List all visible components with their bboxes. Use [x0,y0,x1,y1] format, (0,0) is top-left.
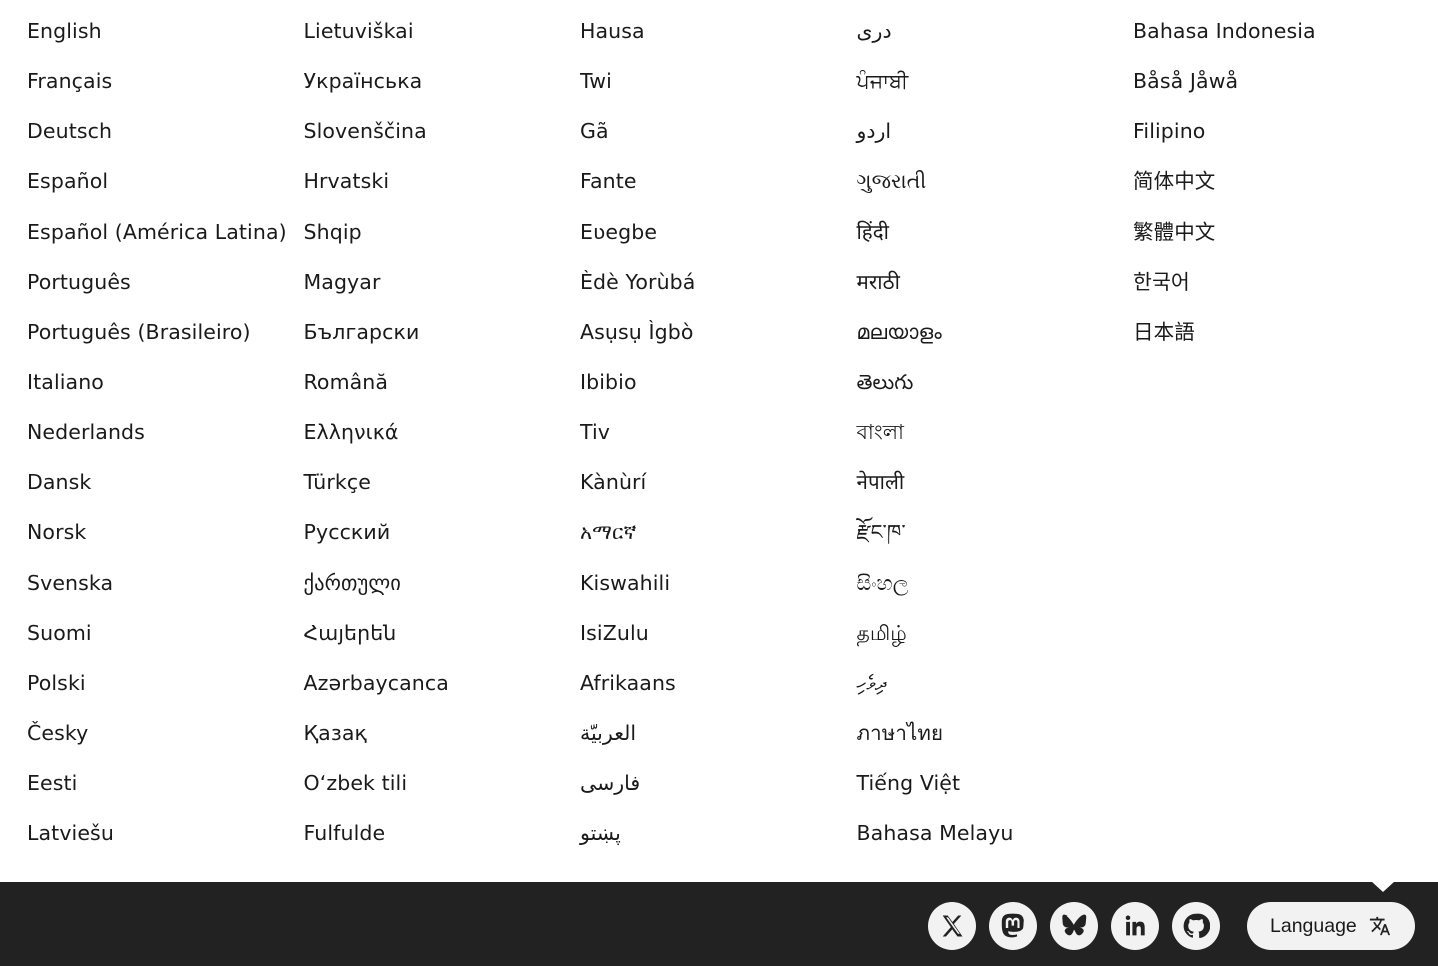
site-footer [0,882,1438,966]
language-option[interactable]: 한국어 [1133,257,1410,307]
language-option[interactable]: Polski [27,658,304,708]
language-button-label: Language [1270,914,1357,937]
language-option[interactable]: Afrikaans [580,658,857,708]
language-option[interactable]: Eesti [27,758,304,808]
language-option[interactable]: Hrvatski [304,156,581,206]
language-option[interactable]: Română [304,357,581,407]
bluesky-link[interactable] [1050,902,1098,950]
language-option[interactable]: اردو [857,106,1134,156]
language-option[interactable]: Ελληνικά [304,407,581,457]
mastodon-link[interactable] [989,902,1037,950]
language-option[interactable]: मराठी [857,257,1134,307]
language-option[interactable]: English [27,6,304,56]
language-option[interactable]: Twi [580,56,857,106]
language-columns: English Français Deutsch Español Español (Am… [27,6,1410,858]
language-column: Hausa Twi Gã Fante Eʋegbe Èdè Yorùbá Asụsụ Ìgb… [580,6,857,858]
language-button[interactable]: Language [1247,902,1415,950]
language-option[interactable]: Svenska [27,558,304,608]
language-option[interactable]: Português (Brasileiro) [27,307,304,357]
language-option[interactable]: Հայերեն [304,608,581,658]
language-option[interactable]: हिंदी [857,207,1134,257]
language-option[interactable]: Česky [27,708,304,758]
language-option[interactable]: Nederlands [27,407,304,457]
linkedin-link[interactable] [1111,902,1159,950]
language-option[interactable]: සිංහල [857,558,1134,608]
language-option[interactable]: Kiswahili [580,558,857,608]
language-option[interactable]: Oʻzbek tili [304,758,581,808]
language-option[interactable]: Magyar [304,257,581,307]
language-option[interactable]: ქართული [304,558,581,608]
language-option[interactable]: Azərbaycanca [304,658,581,708]
language-option[interactable]: Filipino [1133,106,1410,156]
language-option[interactable]: Kànùrí [580,457,857,507]
github-icon [1183,913,1210,939]
language-option[interactable]: Hausa [580,6,857,56]
language-option[interactable]: Båså Jåwå [1133,56,1410,106]
language-option[interactable]: Български [304,307,581,357]
language-option[interactable]: Eʋegbe [580,207,857,257]
language-column: Lietuviškai Українська Slovenščina Hrvatski… [304,6,581,858]
language-option[interactable]: Shqip [304,207,581,257]
bluesky-icon [1062,914,1087,936]
language-option[interactable]: Español [27,156,304,206]
language-option[interactable]: རྫོང་ཁ་ [857,507,1134,557]
language-option[interactable]: Fulfulde [304,808,581,858]
translate-icon [1369,916,1390,936]
language-option[interactable]: Français [27,56,304,106]
language-option[interactable]: Español (América Latina) [27,207,304,257]
page-edge [1417,0,1438,882]
menu-pointer-arrow [1371,881,1395,892]
github-link[interactable] [1172,902,1220,950]
language-option[interactable]: தமிழ் [857,608,1134,658]
language-option[interactable]: ગુજરાતી [857,156,1134,206]
language-option[interactable]: Українська [304,56,581,106]
language-option[interactable]: Türkçe [304,457,581,507]
language-option[interactable]: Қазақ [304,708,581,758]
language-option[interactable]: Deutsch [27,106,304,156]
language-option[interactable]: Èdè Yorùbá [580,257,857,307]
language-option[interactable]: አማርኛ [580,507,857,557]
language-option[interactable]: മലയാളം [857,307,1134,357]
mastodon-icon [1001,913,1024,938]
language-option[interactable]: Asụsụ Ìgbò [580,307,857,357]
language-option[interactable]: Bahasa Melayu [857,808,1134,858]
language-option[interactable]: Italiano [27,357,304,407]
language-option[interactable]: Tiv [580,407,857,457]
language-option[interactable]: Slovenščina [304,106,581,156]
language-option[interactable]: Fante [580,156,857,206]
language-column: Bahasa Indonesia Båså Jåwå Filipino 简体中文 繁體中… [1133,6,1410,858]
language-option[interactable]: IsiZulu [580,608,857,658]
language-option[interactable]: ދިވެހި [857,658,1134,708]
language-option[interactable]: دری [857,6,1134,56]
language-option[interactable]: ภาษาไทย [857,708,1134,758]
language-option[interactable]: Latviešu [27,808,304,858]
language-column: دری ਪੰਜਾਬੀ اردو ગુજરાતી हिंदी मराठी മലയാളം తెలు… [857,6,1134,858]
language-option[interactable]: Português [27,257,304,307]
language-option[interactable]: Tiếng Việt [857,758,1134,808]
language-option[interactable]: العربيّة [580,708,857,758]
language-option[interactable]: Dansk [27,457,304,507]
language-column: English Français Deutsch Español Español (Am… [27,6,304,858]
language-option[interactable]: Русский [304,507,581,557]
language-option[interactable]: فارسی [580,758,857,808]
language-option[interactable]: ਪੰਜਾਬੀ [857,56,1134,106]
language-menu-panel: English Français Deutsch Español Español (Am… [0,0,1417,882]
language-option[interactable]: Bahasa Indonesia [1133,6,1410,56]
language-option[interactable]: Suomi [27,608,304,658]
linkedin-icon [1125,915,1145,936]
language-option[interactable]: 日本語 [1133,307,1410,357]
language-option[interactable]: বাংলা [857,407,1134,457]
x-icon [942,915,963,937]
language-option[interactable]: नेपाली [857,457,1134,507]
language-option[interactable]: 繁體中文 [1133,207,1410,257]
language-option[interactable]: پښتو [580,808,857,858]
language-option[interactable]: Gã [580,106,857,156]
language-option[interactable]: Ibibio [580,357,857,407]
language-option[interactable]: Norsk [27,507,304,557]
x-link[interactable] [928,902,976,950]
language-option[interactable]: 简体中文 [1133,156,1410,206]
language-option[interactable]: Lietuviškai [304,6,581,56]
language-option[interactable]: తెలుగు [857,357,1134,407]
